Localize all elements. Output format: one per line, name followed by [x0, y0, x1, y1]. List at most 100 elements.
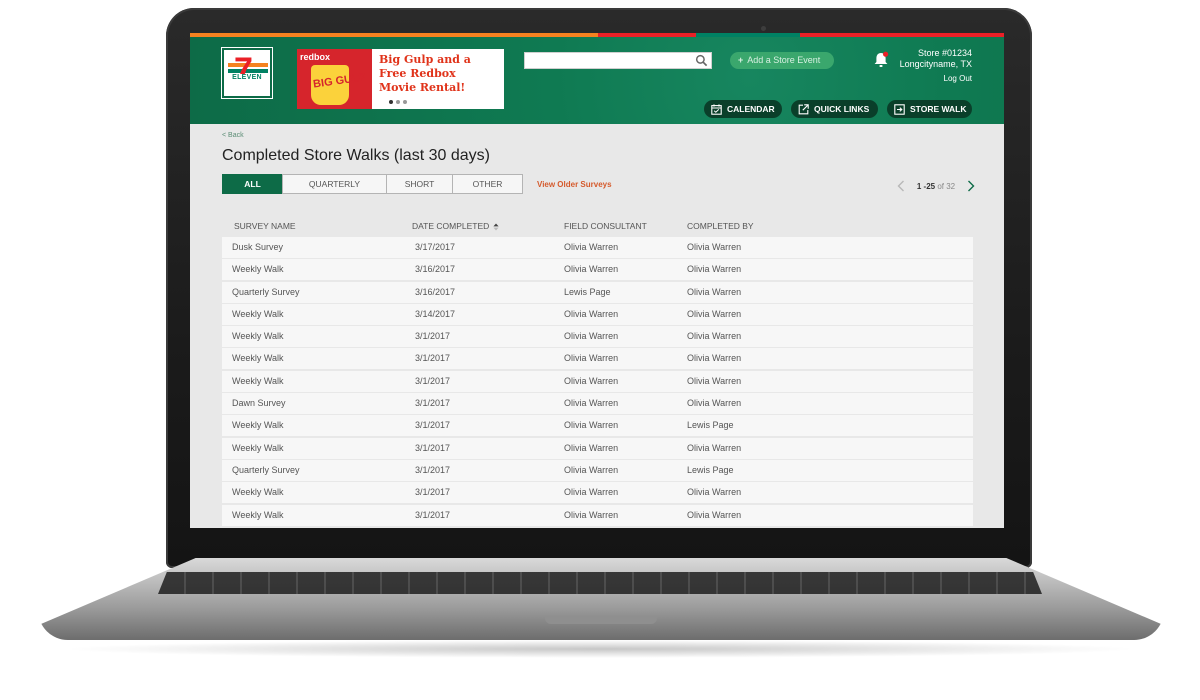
store-number: Store #01234	[917, 48, 972, 58]
cell-date-completed: 3/1/2017	[415, 464, 451, 475]
cell-completed-by: Olivia Warren	[687, 442, 742, 453]
table-row[interactable]: Weekly Walk 3/16/2017 Olivia Warren Olivia …	[222, 259, 973, 281]
cell-date-completed: 3/16/2017	[415, 264, 456, 275]
pagination-status: 1 -25 of 32	[917, 182, 955, 191]
store-walk-button[interactable]: STORE WALK	[887, 100, 972, 118]
filter-tab-quarterly[interactable]: QUARTERLY	[282, 174, 387, 194]
promo-image: redbox BIG GULP	[297, 49, 372, 109]
column-header-field-consultant[interactable]: FIELD CONSULTANT	[564, 221, 647, 231]
table-header: SURVEY NAME DATE COMPLETED FIELD CONSULT…	[222, 221, 973, 235]
cell-field-consultant: Olivia Warren	[564, 420, 619, 431]
cell-completed-by: Olivia Warren	[687, 353, 742, 364]
filter-tab-all[interactable]: ALL	[222, 174, 283, 194]
calendar-button[interactable]: CALENDAR	[704, 100, 782, 118]
cell-completed-by: Olivia Warren	[687, 398, 742, 409]
table-row[interactable]: Weekly Walk 3/14/2017 Olivia Warren Olivia …	[222, 303, 973, 325]
cell-date-completed: 3/1/2017	[415, 442, 451, 453]
notification-bell-icon[interactable]	[873, 51, 889, 69]
survey-table: Dusk Survey 3/17/2017 Olivia Warren Olivia …	[222, 237, 973, 527]
carousel-dot[interactable]	[396, 100, 400, 104]
calendar-icon	[711, 103, 722, 115]
cell-survey-name: Quarterly Survey	[232, 286, 300, 297]
back-link[interactable]: < Back	[222, 132, 244, 139]
column-header-label: DATE COMPLETED	[412, 221, 490, 231]
promo-carousel-dots[interactable]	[389, 100, 407, 104]
cell-survey-name: Dawn Survey	[232, 398, 286, 409]
quick-links-button[interactable]: QUICK LINKS	[791, 100, 878, 118]
cell-field-consultant: Lewis Page	[564, 286, 611, 297]
add-store-event-button[interactable]: + Add a Store Event	[730, 52, 834, 69]
cell-field-consultant: Olivia Warren	[564, 353, 619, 364]
table-row[interactable]: Dusk Survey 3/17/2017 Olivia Warren Olivia …	[222, 237, 973, 258]
cell-date-completed: 3/16/2017	[415, 286, 456, 297]
logout-link[interactable]: Log Out	[944, 74, 972, 83]
cell-date-completed: 3/1/2017	[415, 420, 451, 431]
cell-field-consultant: Olivia Warren	[564, 375, 619, 386]
cell-completed-by: Olivia Warren	[687, 331, 742, 342]
pagination: 1 -25 of 32	[897, 179, 975, 193]
cell-date-completed: 3/1/2017	[415, 487, 451, 498]
table-row[interactable]: Dawn Survey 3/1/2017 Olivia Warren Olivia W…	[222, 393, 973, 415]
column-header-survey-name[interactable]: SURVEY NAME	[234, 221, 296, 231]
table-row[interactable]: Quarterly Survey 3/1/2017 Olivia Warren Lew…	[222, 459, 973, 481]
promo-headline-line: Big Gulp and a	[379, 53, 471, 66]
cell-completed-by: Olivia Warren	[687, 242, 742, 252]
cell-field-consultant: Olivia Warren	[564, 264, 619, 275]
table-row[interactable]: Weekly Walk 3/1/2017 Olivia Warren Olivia W…	[222, 370, 973, 392]
store-info: Store #01234 Longcityname, TX	[900, 48, 972, 70]
cell-completed-by: Olivia Warren	[687, 487, 742, 498]
table-row[interactable]: Weekly Walk 3/1/2017 Olivia Warren Olivia W…	[222, 482, 973, 504]
table-row[interactable]: Weekly Walk 3/1/2017 Olivia Warren Olivia W…	[222, 437, 973, 459]
carousel-dot[interactable]	[403, 100, 407, 104]
laptop-shadow	[60, 640, 1140, 658]
plus-icon: +	[738, 55, 744, 65]
cell-date-completed: 3/14/2017	[415, 308, 456, 319]
pagination-range: 1 -25	[916, 181, 936, 191]
promo-brand: redbox	[300, 52, 331, 62]
cell-completed-by: Olivia Warren	[687, 308, 742, 319]
filter-tab-other[interactable]: OTHER	[452, 174, 523, 194]
add-store-event-label: Add a Store Event	[747, 55, 821, 65]
cell-date-completed: 3/1/2017	[415, 398, 451, 409]
cell-date-completed: 3/1/2017	[415, 509, 451, 520]
cell-completed-by: Olivia Warren	[687, 375, 742, 386]
calendar-label: CALENDAR	[727, 104, 775, 114]
laptop-keyboard	[158, 572, 1042, 594]
seven-eleven-logo[interactable]: 7 ELEVEN	[221, 47, 273, 99]
promo-headline-line: Movie Rental!	[379, 81, 466, 94]
cell-date-completed: 3/1/2017	[415, 375, 451, 386]
sort-icon	[493, 223, 499, 231]
app-header: 7 ELEVEN redbox BIG GULP Big Gulp and a …	[190, 37, 1004, 124]
cell-survey-name: Weekly Walk	[232, 442, 284, 453]
survey-filter-tabs: ALL QUARTERLY SHORT OTHER	[222, 174, 523, 194]
view-older-surveys-link[interactable]: View Older Surveys	[537, 180, 612, 189]
search-icon[interactable]	[695, 54, 708, 67]
promo-banner[interactable]: redbox BIG GULP Big Gulp and a Free Redb…	[297, 49, 504, 109]
column-header-completed-by[interactable]: COMPLETED BY	[687, 221, 754, 231]
search-input[interactable]	[527, 54, 693, 67]
column-header-date-completed[interactable]: DATE COMPLETED	[412, 221, 499, 231]
cell-field-consultant: Olivia Warren	[564, 242, 619, 252]
cell-field-consultant: Olivia Warren	[564, 308, 619, 319]
carousel-dot[interactable]	[389, 100, 393, 104]
table-row[interactable]: Weekly Walk 3/1/2017 Olivia Warren Lewis Pa…	[222, 415, 973, 437]
prev-page-icon[interactable]	[897, 180, 905, 192]
table-row[interactable]: Weekly Walk 3/1/2017 Olivia Warren Olivia W…	[222, 504, 973, 526]
cell-survey-name: Weekly Walk	[232, 487, 284, 498]
cell-survey-name: Weekly Walk	[232, 420, 284, 431]
cell-field-consultant: Olivia Warren	[564, 464, 619, 475]
quick-links-label: QUICK LINKS	[814, 104, 870, 114]
cell-survey-name: Dusk Survey	[232, 242, 284, 252]
table-row[interactable]: Weekly Walk 3/1/2017 Olivia Warren Olivia W…	[222, 326, 973, 348]
store-walk-icon	[894, 103, 905, 115]
cell-completed-by: Olivia Warren	[687, 264, 742, 275]
cell-completed-by: Olivia Warren	[687, 286, 742, 297]
cell-field-consultant: Olivia Warren	[564, 442, 619, 453]
page-title: Completed Store Walks (last 30 days)	[222, 147, 490, 164]
next-page-icon[interactable]	[967, 180, 975, 192]
filter-tab-short[interactable]: SHORT	[386, 174, 453, 194]
table-row[interactable]: Quarterly Survey 3/16/2017 Lewis Page Olivi…	[222, 281, 973, 303]
table-row[interactable]: Weekly Walk 3/1/2017 Olivia Warren Olivia W…	[222, 348, 973, 370]
cell-field-consultant: Olivia Warren	[564, 331, 619, 342]
promo-headline-line: Free Redbox	[379, 67, 456, 80]
